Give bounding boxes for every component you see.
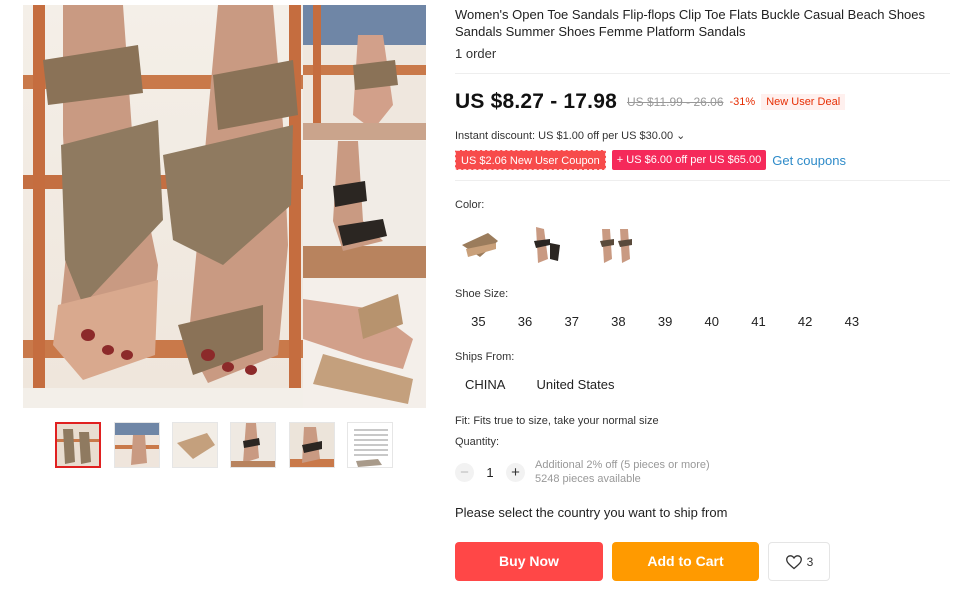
- size-option[interactable]: 36: [502, 310, 549, 334]
- size-option[interactable]: 39: [642, 310, 689, 334]
- ships-from-label: Ships From:: [455, 351, 515, 363]
- price-row: US $8.27 - 17.98 US $11.99 - 26.06 -31% …: [455, 90, 846, 114]
- coupon-row: US $2.06 New User Coupon + US $6.00 off …: [455, 150, 846, 170]
- size-label: Shoe Size:: [455, 288, 509, 300]
- ships-from-options: CHINA United States: [455, 373, 636, 397]
- size-option[interactable]: 43: [829, 310, 876, 334]
- wishlist-count: 3: [806, 554, 814, 569]
- quantity-value[interactable]: 1: [474, 465, 506, 480]
- side-image-2[interactable]: [303, 141, 426, 278]
- thumbnail-2[interactable]: [114, 422, 160, 468]
- fit-note: Fit: Fits true to size, take your normal…: [455, 415, 659, 427]
- new-user-deal-badge: New User Deal: [761, 94, 846, 110]
- quantity-label: Quantity:: [455, 436, 500, 448]
- color-swatch-beige[interactable]: [591, 220, 641, 270]
- beige-icon: [600, 229, 632, 263]
- brown-icon: [462, 233, 498, 257]
- color-swatch-black[interactable]: [523, 220, 573, 270]
- thumbnail-5[interactable]: [289, 422, 335, 468]
- ships-from-united-states[interactable]: United States: [526, 373, 624, 397]
- size-option[interactable]: 40: [688, 310, 735, 334]
- size-option[interactable]: 38: [595, 310, 642, 334]
- heart-icon: [785, 554, 802, 569]
- thumbnail-6-size-chart[interactable]: [347, 422, 393, 468]
- quantity-info: Additional 2% off (5 pieces or more) 524…: [535, 458, 710, 486]
- add-to-cart-button[interactable]: Add to Cart: [612, 542, 759, 581]
- ship-country-message: Please select the country you want to sh…: [455, 505, 728, 520]
- instant-discount[interactable]: Instant discount: US $1.00 off per US $3…: [455, 129, 685, 142]
- order-count: 1 order: [455, 46, 497, 61]
- original-price: US $11.99 - 26.06: [626, 95, 724, 109]
- buy-now-button[interactable]: Buy Now: [455, 542, 603, 581]
- product-gallery: [23, 5, 426, 408]
- size-option[interactable]: 42: [782, 310, 829, 334]
- thumbnail-3[interactable]: [172, 422, 218, 468]
- thumbnail-4[interactable]: [230, 422, 276, 468]
- size-option[interactable]: 35: [455, 310, 502, 334]
- stock-available: 5248 pieces available: [535, 473, 641, 485]
- current-price: US $8.27 - 17.98: [455, 90, 617, 113]
- divider: [455, 73, 950, 74]
- divider: [455, 180, 950, 181]
- ships-from-china[interactable]: CHINA: [455, 373, 515, 397]
- side-image-1[interactable]: [303, 5, 426, 140]
- size-option[interactable]: 37: [548, 310, 595, 334]
- new-user-coupon[interactable]: US $2.06 New User Coupon: [455, 150, 606, 170]
- size-options: 35 36 37 38 39 40 41 42 43: [455, 310, 875, 334]
- discount-percent: -31%: [729, 96, 756, 108]
- color-label: Color:: [455, 199, 485, 211]
- quantity-decrease-button[interactable]: −: [455, 462, 474, 482]
- wishlist-button[interactable]: 3: [768, 542, 830, 581]
- quantity-increase-button[interactable]: +: [506, 462, 525, 482]
- bulk-discount-note: Additional 2% off (5 pieces or more): [535, 459, 710, 471]
- product-title: Women's Open Toe Sandals Flip-flops Clip…: [455, 7, 926, 39]
- side-image-3[interactable]: [303, 279, 426, 408]
- main-product-image[interactable]: [23, 5, 303, 388]
- quantity-stepper: − 1 + Additional 2% off (5 pieces or mor…: [455, 458, 710, 486]
- color-swatches: [455, 220, 659, 270]
- thumbnail-1[interactable]: [55, 422, 101, 468]
- get-coupons-link[interactable]: Get coupons: [772, 153, 846, 168]
- store-coupon[interactable]: + US $6.00 off per US $65.00: [611, 150, 767, 170]
- black-icon: [534, 227, 560, 263]
- size-option[interactable]: 41: [735, 310, 782, 334]
- gallery-side-images: [303, 5, 426, 408]
- color-swatch-brown[interactable]: [455, 220, 505, 270]
